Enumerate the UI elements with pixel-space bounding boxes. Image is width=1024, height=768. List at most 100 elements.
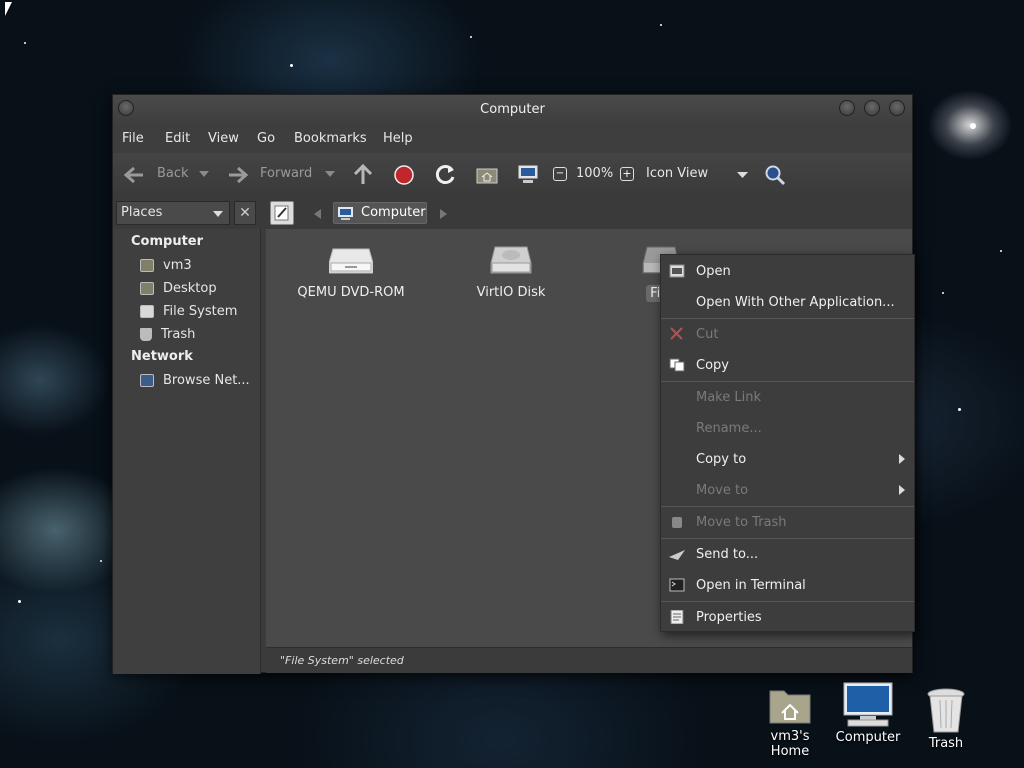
zoom-out-button[interactable]: − (553, 167, 567, 181)
menu-item-label: Cut (696, 326, 719, 342)
menu-item-label: Open in Terminal (696, 577, 806, 593)
menu-item-copy[interactable]: Copy (661, 350, 914, 380)
desktop-icon-home[interactable]: vm3's Home (750, 683, 830, 759)
sidebar-item-desktop[interactable]: Desktop (140, 279, 217, 297)
desktop-icon-label: vm3's Home (770, 729, 810, 759)
maximize-button[interactable] (864, 100, 880, 116)
optical-drive-icon (328, 248, 374, 274)
menu-view[interactable]: View (208, 131, 239, 146)
minimize-button[interactable] (839, 100, 855, 116)
open-icon (669, 264, 685, 278)
menu-item-copy-to[interactable]: Copy to (661, 444, 914, 474)
back-history-chevron-icon[interactable] (199, 171, 209, 179)
chevron-down-icon (213, 211, 223, 217)
sidebar-item-trash[interactable]: Trash (140, 325, 195, 343)
computer-icon (843, 682, 893, 727)
window-title: Computer (480, 102, 545, 117)
star (660, 24, 662, 26)
bright-star (970, 123, 976, 129)
star (1000, 250, 1002, 252)
computer-icon[interactable] (517, 164, 539, 186)
title-bar[interactable]: Computer (113, 95, 912, 125)
star (290, 64, 293, 67)
sidebar-item-label: Trash (161, 326, 196, 342)
menu-item-rename: Rename... (661, 413, 914, 443)
star (958, 408, 961, 411)
location-entry-toggle[interactable] (270, 201, 294, 225)
copy-icon (669, 358, 685, 372)
forward-button[interactable]: Forward (225, 161, 325, 189)
computer-icon (338, 207, 353, 220)
star (18, 600, 21, 603)
menu-item-label: Rename... (696, 420, 762, 436)
view-mode-select[interactable]: Icon View (641, 161, 751, 189)
menu-item-send-to[interactable]: Send to... (661, 539, 914, 569)
menu-item-move-to-trash: Move to Trash (661, 507, 914, 537)
file-system-icon (140, 304, 154, 318)
status-text: "File System" selected (280, 654, 404, 667)
chevron-down-icon (737, 172, 748, 178)
window-menu-button[interactable] (118, 100, 134, 116)
forward-history-chevron-icon[interactable] (325, 171, 335, 179)
menu-go[interactable]: Go (257, 131, 275, 146)
close-button[interactable] (889, 100, 905, 116)
path-right-arrow-icon[interactable] (440, 209, 447, 219)
desktop-icon-label: Trash (928, 736, 964, 751)
menu-item-open-with[interactable]: Open With Other Application... (661, 287, 914, 317)
file-item-label: VirtIO Disk (476, 285, 546, 300)
menu-item-label: Copy (696, 357, 729, 373)
toolbar: Back Forward − 100% + Icon View (113, 153, 912, 197)
file-item-virtio-disk[interactable]: VirtIO Disk (456, 243, 566, 300)
trash-icon (140, 327, 152, 341)
menu-item-label: Move to (696, 482, 749, 498)
sidebar-heading-computer: Computer (131, 234, 204, 249)
menu-help[interactable]: Help (383, 131, 413, 146)
sidebar-item-vm3[interactable]: vm3 (140, 256, 192, 274)
view-mode-label: Icon View (646, 166, 709, 181)
stop-icon[interactable] (394, 165, 414, 185)
menu-item-properties[interactable]: Properties (661, 602, 914, 632)
sidebar-item-file-system[interactable]: File System (140, 302, 237, 320)
up-arrow-icon[interactable] (353, 164, 373, 186)
star (470, 36, 472, 38)
submenu-arrow-icon (899, 485, 905, 495)
menu-item-label: Send to... (696, 546, 759, 562)
mouse-cursor-icon (5, 2, 19, 16)
search-icon[interactable] (764, 164, 786, 186)
network-icon (140, 373, 154, 387)
hard-disk-icon (490, 246, 532, 274)
reload-icon[interactable] (435, 164, 457, 186)
menu-item-open[interactable]: Open (661, 256, 914, 286)
close-sidebar-button[interactable]: ✕ (234, 201, 256, 225)
breadcrumb-computer[interactable]: Computer (333, 202, 427, 224)
desktop-icon-trash[interactable]: Trash (916, 688, 976, 751)
zoom-level: 100% (576, 166, 614, 181)
back-button[interactable]: Back (121, 161, 211, 189)
sidebar-item-label: File System (163, 303, 238, 319)
menu-edit[interactable]: Edit (165, 131, 190, 146)
file-item-qemu-dvd-rom[interactable]: QEMU DVD-ROM (296, 243, 406, 300)
forward-arrow-icon (229, 166, 249, 184)
home-folder-icon (140, 258, 154, 272)
zoom-in-button[interactable]: + (620, 167, 634, 181)
menu-item-open-in-terminal[interactable]: Open in Terminal (661, 570, 914, 600)
trash-icon (672, 517, 682, 528)
desktop-icon-label: Computer (835, 730, 901, 745)
home-folder-icon (769, 690, 811, 724)
status-bar: "File System" selected (266, 647, 912, 673)
menu-item-label: Open (696, 263, 731, 279)
menu-item-label: Open With Other Application... (696, 294, 895, 310)
sidebar-item-label: vm3 (163, 257, 192, 273)
path-left-arrow-icon[interactable] (314, 209, 321, 219)
desktop-icon-computer[interactable]: Computer (832, 680, 904, 745)
home-folder-icon[interactable] (476, 165, 498, 185)
back-arrow-icon (123, 166, 143, 184)
sidebar-item-browse-network[interactable]: Browse Net... (140, 371, 250, 389)
menu-item-label: Properties (696, 609, 762, 625)
sidebar-heading-network: Network (131, 349, 193, 364)
star (100, 560, 102, 562)
menu-file[interactable]: File (122, 131, 144, 146)
places-selector[interactable]: Places (116, 201, 230, 225)
menu-bookmarks[interactable]: Bookmarks (294, 131, 367, 146)
file-item-label: QEMU DVD-ROM (297, 285, 405, 300)
